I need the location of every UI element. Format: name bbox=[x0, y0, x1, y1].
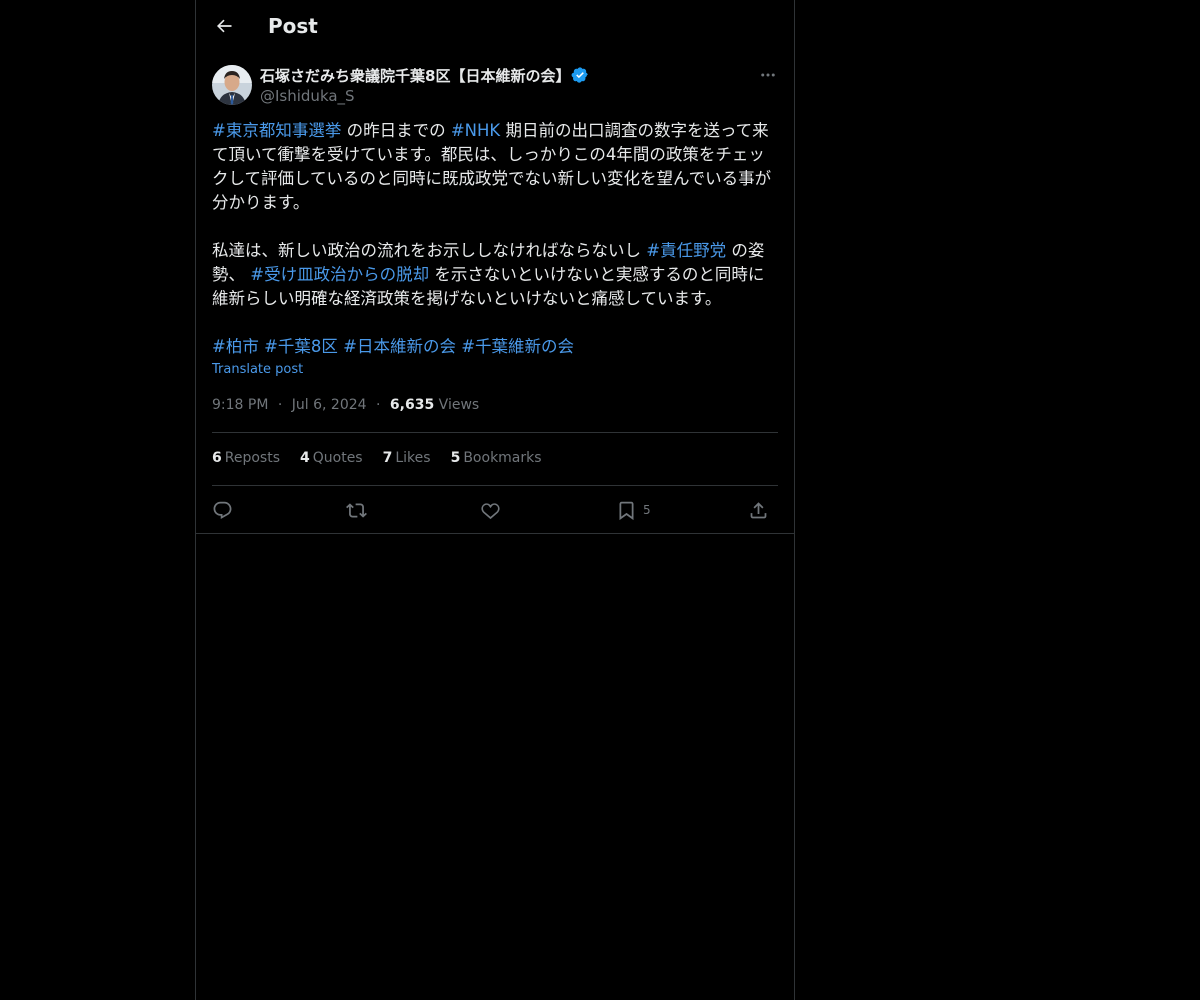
stat-label: Reposts bbox=[224, 450, 280, 466]
stat-label: Likes bbox=[395, 450, 431, 466]
post-paragraph-1: #東京都知事選挙 の昨日までの #NHK 期日前の出口調査の数字を送って来て頂い… bbox=[212, 119, 780, 215]
views-count: 6,635 bbox=[389, 397, 435, 413]
like-button[interactable] bbox=[480, 497, 501, 523]
post-time[interactable]: 9:18 PM bbox=[212, 397, 268, 413]
repost-button[interactable] bbox=[346, 497, 367, 523]
meta-separator: · bbox=[376, 397, 381, 413]
divider bbox=[212, 432, 778, 433]
share-button[interactable] bbox=[748, 497, 769, 523]
verified-badge-icon bbox=[571, 66, 589, 84]
stat-count: 7 bbox=[382, 450, 393, 466]
divider bbox=[196, 533, 794, 534]
translate-post-link[interactable]: Translate post bbox=[212, 362, 303, 377]
bookmark-count: 5 bbox=[643, 503, 651, 517]
hashtag-link[interactable]: #日本維新の会 bbox=[343, 337, 456, 356]
divider bbox=[212, 485, 778, 486]
more-icon bbox=[761, 73, 775, 77]
reply-icon bbox=[213, 501, 232, 519]
post-date[interactable]: Jul 6, 2024 bbox=[292, 397, 367, 413]
more-button[interactable] bbox=[757, 64, 779, 86]
hashtag-link[interactable]: #千葉8区 bbox=[264, 337, 338, 356]
back-arrow-icon bbox=[217, 19, 232, 33]
stat-count: 4 bbox=[300, 450, 310, 466]
stat-label: Quotes bbox=[312, 450, 363, 466]
meta-separator: · bbox=[277, 397, 283, 413]
bookmark-icon bbox=[619, 501, 634, 520]
author-handle[interactable]: @Ishiduka_S bbox=[260, 87, 355, 105]
hashtag-link[interactable]: #柏市 bbox=[212, 337, 259, 356]
hashtag-link[interactable]: #責任野党 bbox=[646, 241, 726, 260]
post-paragraph-3: #柏市 #千葉8区 #日本維新の会 #千葉維新の会 bbox=[212, 335, 780, 359]
page-header: Post bbox=[196, 0, 794, 53]
stat-count: 5 bbox=[450, 450, 461, 466]
post-text-segment: 私達は、新しい政治の流れをお示ししなければならないし bbox=[212, 241, 647, 260]
reply-button[interactable] bbox=[212, 497, 233, 523]
post-paragraph-2: 私達は、新しい政治の流れをお示ししなければならないし #責任野党 の姿勢、 #受… bbox=[212, 239, 780, 311]
repost-icon bbox=[346, 502, 367, 518]
post-stats: 6 Reposts 4 Quotes 7 Likes 5 Bookmarks bbox=[212, 450, 542, 466]
stat-likes[interactable]: 7 Likes bbox=[383, 450, 431, 466]
stat-label: Bookmarks bbox=[463, 450, 542, 466]
avatar[interactable] bbox=[212, 65, 252, 105]
stat-reposts[interactable]: 6 Reposts bbox=[212, 450, 280, 466]
like-icon bbox=[481, 502, 500, 519]
hashtag-link[interactable]: #受け皿政治からの脱却 bbox=[250, 265, 429, 284]
author-name[interactable]: 石塚さだみち衆議院千葉8区【日本維新の会】 bbox=[260, 65, 570, 86]
action-bar: 5 bbox=[212, 497, 778, 523]
share-icon bbox=[750, 501, 767, 518]
stat-quotes[interactable]: 4 Quotes bbox=[300, 450, 363, 466]
post-text-segment: の昨日までの bbox=[341, 121, 451, 140]
hashtag-link[interactable]: #千葉維新の会 bbox=[461, 337, 574, 356]
stat-bookmarks[interactable]: 5 Bookmarks bbox=[451, 450, 542, 466]
post-meta: 9:18 PM · Jul 6, 2024 · 6,635 Views bbox=[212, 397, 479, 413]
views-label: Views bbox=[438, 397, 480, 413]
stat-count: 6 bbox=[212, 450, 222, 466]
back-button[interactable] bbox=[212, 14, 236, 38]
bookmark-button[interactable]: 5 bbox=[616, 497, 651, 523]
hashtag-link[interactable]: #東京都知事選挙 bbox=[212, 121, 341, 140]
post-text: #東京都知事選挙 の昨日までの #NHK 期日前の出口調査の数字を送って来て頂い… bbox=[212, 119, 780, 359]
hashtag-link[interactable]: #NHK bbox=[451, 121, 500, 140]
page-title: Post bbox=[268, 14, 318, 38]
post-column: Post 石塚さだみち衆議院千葉8区【日本維新の会】 @Ishiduka_S #… bbox=[195, 0, 795, 1000]
